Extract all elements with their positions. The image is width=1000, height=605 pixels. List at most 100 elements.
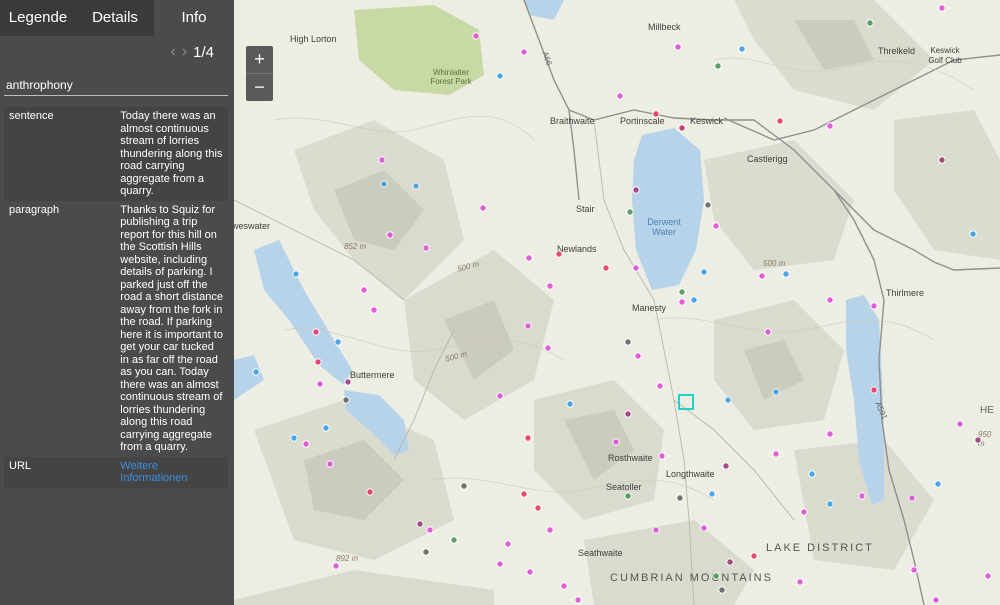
observation-point-marker[interactable]: [826, 122, 834, 130]
observation-point-marker[interactable]: [704, 201, 712, 209]
observation-point-marker[interactable]: [826, 500, 834, 508]
observation-point-marker[interactable]: [332, 562, 340, 570]
observation-point-marker[interactable]: [344, 378, 352, 386]
observation-point-marker[interactable]: [634, 352, 642, 360]
next-icon[interactable]: ›: [182, 43, 187, 61]
tab-details[interactable]: Details: [76, 0, 154, 36]
observation-point-marker[interactable]: [714, 62, 722, 70]
observation-point-marker[interactable]: [796, 578, 804, 586]
observation-point-marker[interactable]: [624, 492, 632, 500]
observation-point-marker[interactable]: [624, 410, 632, 418]
observation-point-marker[interactable]: [724, 396, 732, 404]
observation-point-marker[interactable]: [956, 420, 964, 428]
observation-point-marker[interactable]: [826, 296, 834, 304]
observation-point-marker[interactable]: [932, 596, 940, 604]
observation-point-marker[interactable]: [520, 48, 528, 56]
previous-icon[interactable]: ‹: [170, 43, 175, 61]
observation-point-marker[interactable]: [870, 302, 878, 310]
observation-point-marker[interactable]: [360, 286, 368, 294]
observation-point-marker[interactable]: [938, 156, 946, 164]
observation-point-marker[interactable]: [544, 344, 552, 352]
observation-point-marker[interactable]: [870, 386, 878, 394]
map-view[interactable]: High Lorton Millbeck Threlkeld Keswick G…: [234, 0, 1000, 605]
observation-point-marker[interactable]: [524, 322, 532, 330]
observation-point-marker[interactable]: [496, 72, 504, 80]
observation-point-marker[interactable]: [566, 400, 574, 408]
observation-point-marker[interactable]: [479, 204, 487, 212]
zoom-in-button[interactable]: +: [246, 46, 273, 73]
observation-point-marker[interactable]: [782, 270, 790, 278]
observation-point-marker[interactable]: [750, 552, 758, 560]
observation-point-marker[interactable]: [574, 596, 582, 604]
observation-point-marker[interactable]: [496, 392, 504, 400]
observation-point-marker[interactable]: [546, 526, 554, 534]
observation-point-marker[interactable]: [380, 180, 388, 188]
observation-point-marker[interactable]: [908, 494, 916, 502]
observation-point-marker[interactable]: [624, 338, 632, 346]
observation-point-marker[interactable]: [974, 436, 982, 444]
observation-point-marker[interactable]: [472, 32, 480, 40]
observation-point-marker[interactable]: [678, 288, 686, 296]
observation-point-marker[interactable]: [386, 231, 394, 239]
observation-point-marker[interactable]: [632, 264, 640, 272]
observation-point-marker[interactable]: [612, 438, 620, 446]
observation-point-marker[interactable]: [726, 558, 734, 566]
observation-point-marker[interactable]: [708, 490, 716, 498]
observation-point-marker[interactable]: [626, 208, 634, 216]
observation-point-marker[interactable]: [316, 380, 324, 388]
observation-point-marker[interactable]: [722, 462, 730, 470]
observation-point-marker[interactable]: [252, 368, 260, 376]
tab-legend[interactable]: Legende: [0, 0, 76, 36]
observation-point-marker[interactable]: [678, 124, 686, 132]
observation-point-marker[interactable]: [496, 560, 504, 568]
observation-point-marker[interactable]: [676, 494, 684, 502]
more-info-link[interactable]: Weitere Informationen: [120, 460, 187, 485]
observation-point-marker[interactable]: [758, 272, 766, 280]
observation-point-marker[interactable]: [866, 19, 874, 27]
observation-point-marker[interactable]: [826, 430, 834, 438]
observation-point-marker[interactable]: [292, 270, 300, 278]
observation-point-marker[interactable]: [690, 296, 698, 304]
observation-point-marker[interactable]: [460, 482, 468, 490]
observation-point-marker[interactable]: [450, 536, 458, 544]
observation-point-marker[interactable]: [290, 434, 298, 442]
observation-point-marker[interactable]: [772, 388, 780, 396]
observation-point-marker[interactable]: [632, 186, 640, 194]
observation-point-marker[interactable]: [422, 244, 430, 252]
observation-point-marker[interactable]: [602, 264, 610, 272]
observation-point-marker[interactable]: [652, 526, 660, 534]
observation-point-marker[interactable]: [302, 440, 310, 448]
observation-point-marker[interactable]: [700, 524, 708, 532]
observation-point-marker[interactable]: [412, 182, 420, 190]
observation-point-marker[interactable]: [938, 4, 946, 12]
observation-point-marker[interactable]: [366, 488, 374, 496]
observation-point-marker[interactable]: [370, 306, 378, 314]
observation-point-marker[interactable]: [934, 480, 942, 488]
observation-point-marker[interactable]: [656, 382, 664, 390]
observation-point-marker[interactable]: [658, 452, 666, 460]
observation-point-marker[interactable]: [526, 568, 534, 576]
observation-point-marker[interactable]: [525, 254, 533, 262]
observation-point-marker[interactable]: [422, 548, 430, 556]
observation-point-marker[interactable]: [808, 470, 816, 478]
observation-point-marker[interactable]: [776, 117, 784, 125]
observation-point-marker[interactable]: [426, 526, 434, 534]
observation-point-marker[interactable]: [504, 540, 512, 548]
observation-point-marker[interactable]: [314, 358, 322, 366]
observation-point-marker[interactable]: [712, 572, 720, 580]
observation-point-marker[interactable]: [764, 328, 772, 336]
observation-point-marker[interactable]: [674, 43, 682, 51]
observation-point-marker[interactable]: [378, 156, 386, 164]
observation-point-marker[interactable]: [520, 490, 528, 498]
observation-point-marker[interactable]: [534, 504, 542, 512]
zoom-out-button[interactable]: −: [246, 74, 273, 101]
observation-point-marker[interactable]: [524, 434, 532, 442]
observation-point-marker[interactable]: [800, 508, 808, 516]
observation-point-marker[interactable]: [342, 396, 350, 404]
observation-point-marker[interactable]: [546, 282, 554, 290]
observation-point-marker[interactable]: [322, 424, 330, 432]
observation-point-marker[interactable]: [312, 328, 320, 336]
observation-point-marker[interactable]: [326, 460, 334, 468]
observation-point-marker[interactable]: [652, 110, 660, 118]
observation-point-marker[interactable]: [712, 222, 720, 230]
